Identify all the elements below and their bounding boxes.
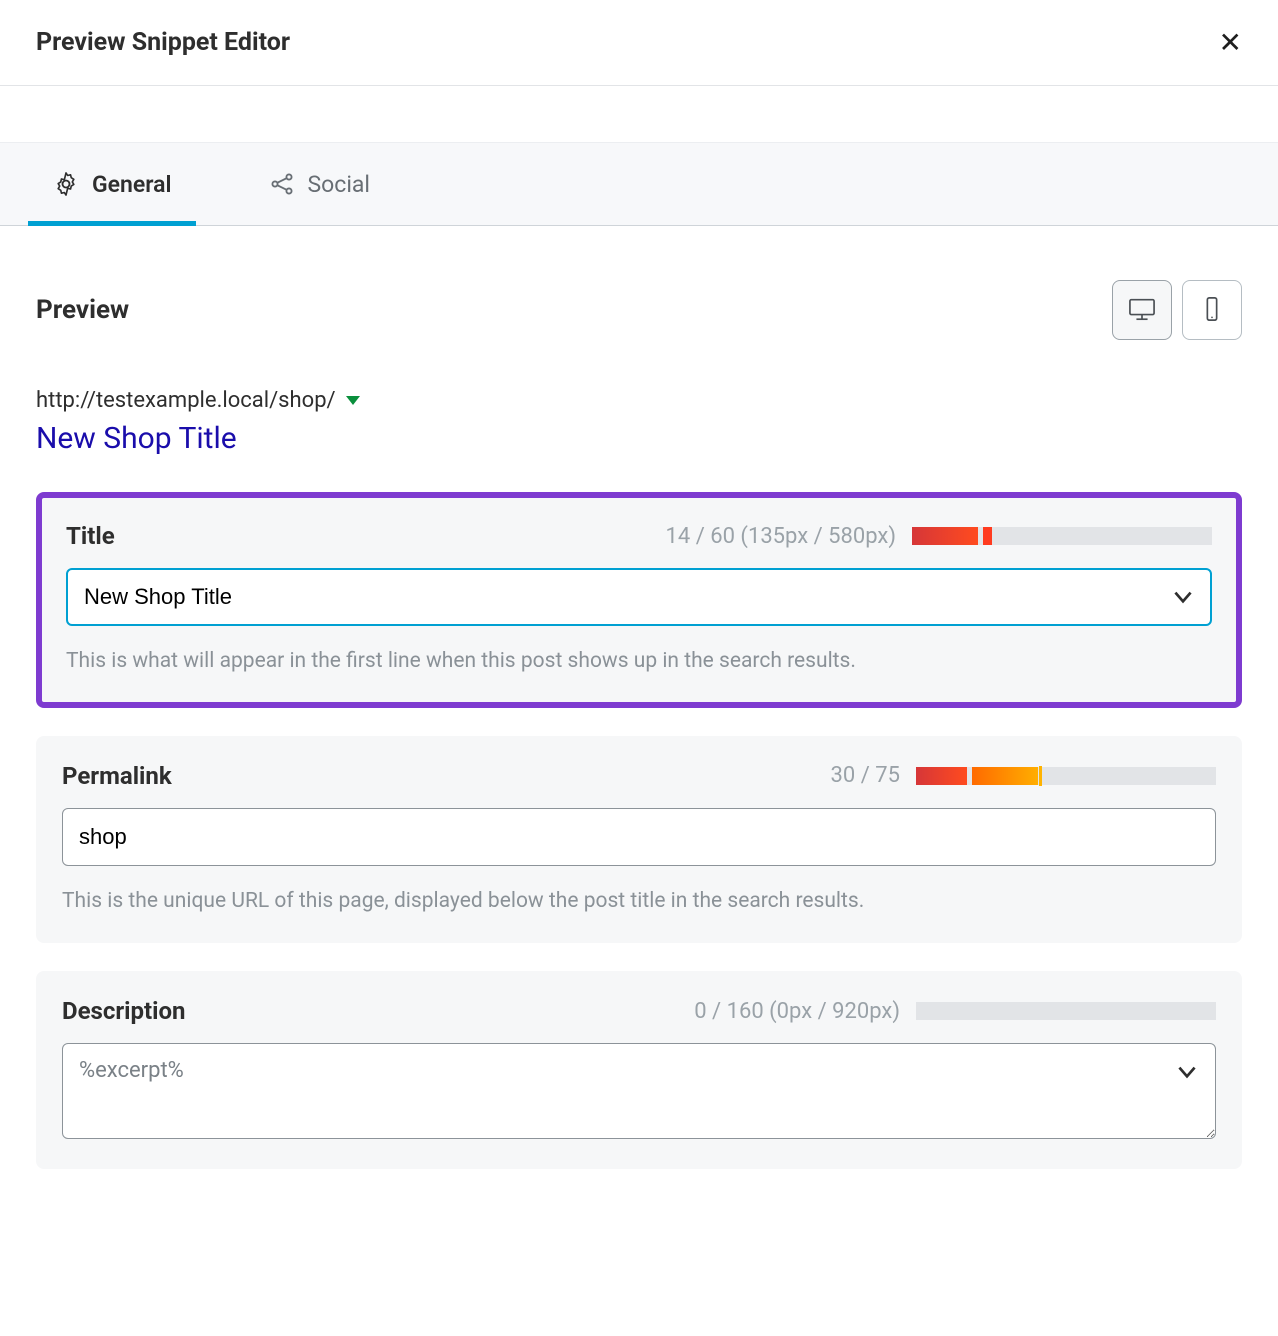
permalink-field-right: 30 / 75 [831,763,1216,788]
preview-url-text: http://testexample.local/shop/ [36,388,336,413]
title-field-label: Title [66,522,115,550]
description-field-right: 0 / 160 (0px / 920px) [694,999,1216,1024]
desktop-icon [1127,296,1157,325]
tabs-bar: General Social [0,142,1278,226]
title-counter: 14 / 60 (135px / 580px) [666,524,896,549]
title-progress-bar [912,527,1212,545]
title-help-text: This is what will appear in the first li… [66,646,1212,678]
preview-title-text[interactable]: New Shop Title [36,421,1242,456]
preview-device-toggle [1112,280,1242,340]
description-field-card: Description 0 / 160 (0px / 920px) [36,971,1242,1169]
tab-general[interactable]: General [28,143,196,225]
title-field-right: 14 / 60 (135px / 580px) [666,524,1212,549]
caret-down-icon [346,396,360,405]
title-field-card: Title 14 / 60 (135px / 580px) This is wh… [36,492,1242,708]
permalink-help-text: This is the unique URL of this page, dis… [62,886,1216,918]
permalink-progress-bar [916,767,1216,785]
permalink-counter: 30 / 75 [831,763,900,788]
tab-social[interactable]: Social [244,143,395,225]
permalink-field-card: Permalink 30 / 75 This is the unique URL… [36,736,1242,944]
description-field-label: Description [62,997,186,1025]
close-button[interactable]: ✕ [1219,29,1242,57]
tab-social-label: Social [308,171,371,198]
title-field-head: Title 14 / 60 (135px / 580px) [66,522,1212,550]
preview-heading: Preview [36,295,129,325]
permalink-input[interactable] [62,808,1216,866]
permalink-field-label: Permalink [62,762,172,790]
title-input-wrap [66,568,1212,626]
mobile-icon [1197,296,1227,325]
title-input[interactable] [66,568,1212,626]
preview-url-row[interactable]: http://testexample.local/shop/ [36,388,1242,413]
preview-header-row: Preview [36,280,1242,340]
permalink-input-wrap [62,808,1216,866]
desktop-view-button[interactable] [1112,280,1172,340]
modal-title: Preview Snippet Editor [36,28,290,57]
description-counter: 0 / 160 (0px / 920px) [694,999,900,1024]
modal-header: Preview Snippet Editor ✕ [0,0,1278,86]
description-textarea[interactable] [62,1043,1216,1139]
gear-icon [52,170,80,198]
mobile-view-button[interactable] [1182,280,1242,340]
share-icon [268,170,296,198]
description-field-head: Description 0 / 160 (0px / 920px) [62,997,1216,1025]
description-input-wrap [62,1043,1216,1143]
editor-body: Preview http://testexample.local/shop/ N… [0,226,1278,1233]
tab-general-label: General [92,171,172,198]
close-icon: ✕ [1219,27,1242,58]
header-spacer [0,86,1278,142]
description-progress-bar [916,1002,1216,1020]
permalink-field-head: Permalink 30 / 75 [62,762,1216,790]
